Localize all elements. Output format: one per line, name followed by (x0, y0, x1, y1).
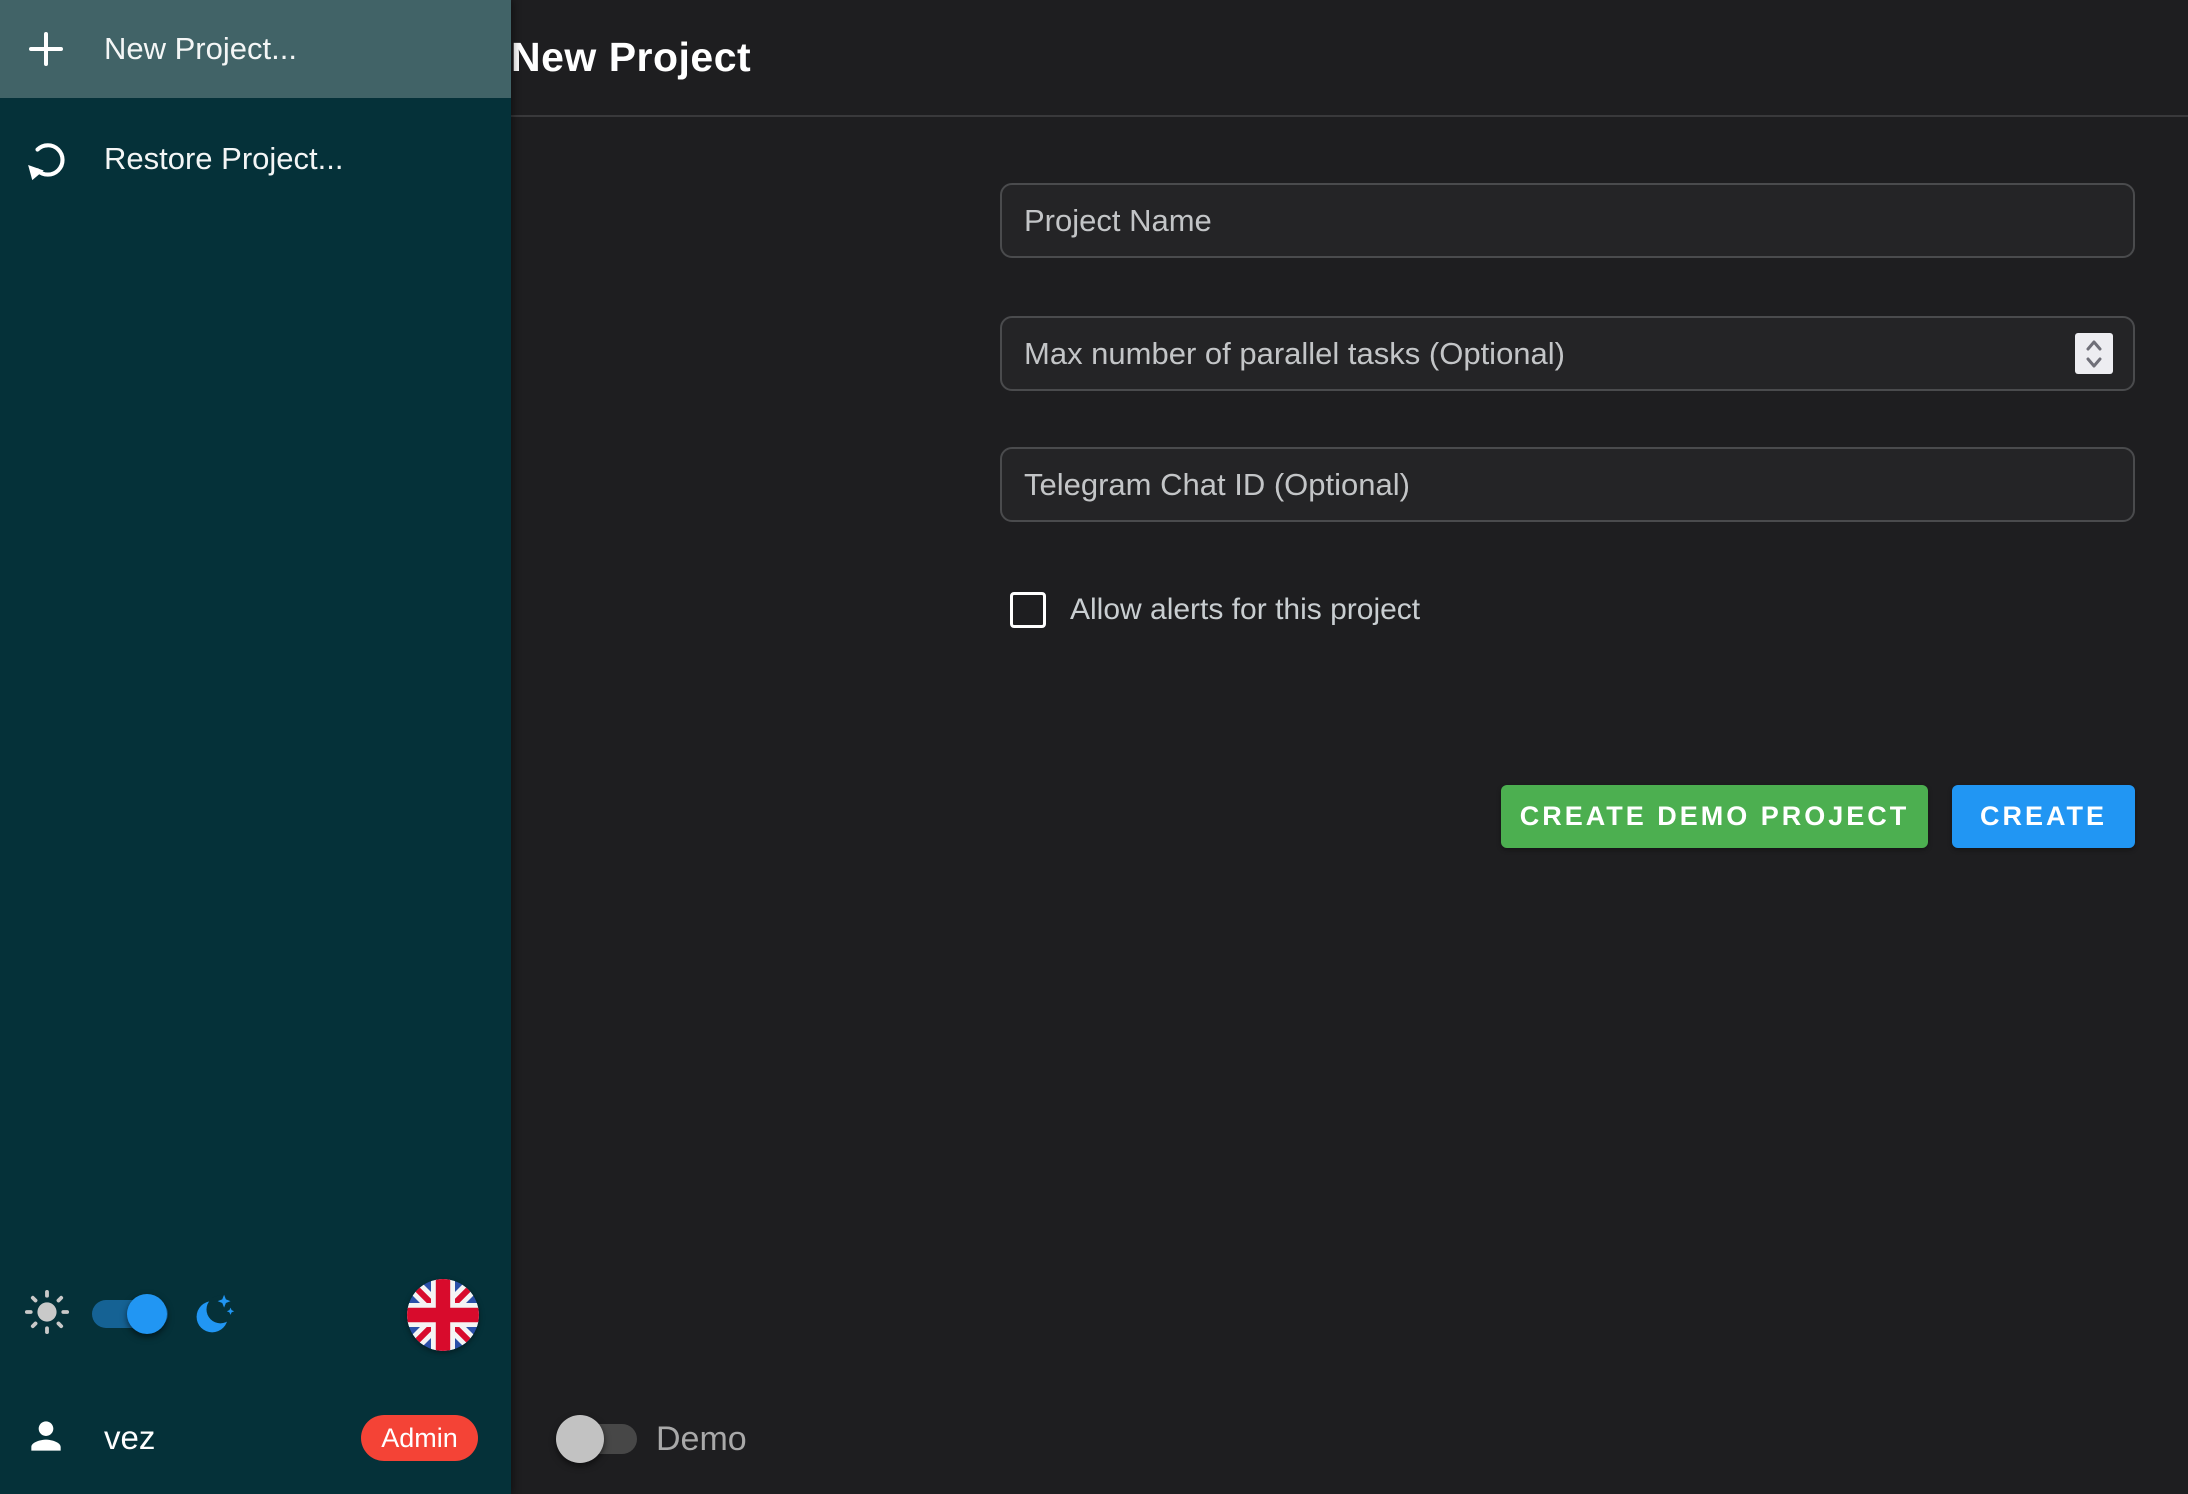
app-root: New Project... Restore Project... (0, 0, 2188, 1494)
sidebar-item-restore-project[interactable]: Restore Project... (0, 98, 511, 220)
plus-icon (24, 27, 68, 71)
create-demo-project-button[interactable]: CREATE DEMO PROJECT (1501, 785, 1928, 848)
create-button[interactable]: CREATE (1952, 785, 2135, 848)
switch-thumb (556, 1415, 604, 1463)
restore-icon (24, 137, 68, 181)
allow-alerts-label: Allow alerts for this project (1070, 593, 1420, 627)
project-name-field-wrap (1000, 183, 2135, 258)
switch-thumb (127, 1294, 167, 1334)
sidebar-item-label: Restore Project... (104, 141, 343, 177)
allow-alerts-checkbox[interactable] (1010, 592, 1046, 628)
username: vez (104, 1419, 155, 1457)
max-parallel-tasks-field-wrap (1000, 316, 2135, 391)
page-title: New Project (511, 34, 751, 81)
sun-icon (24, 1289, 70, 1340)
admin-badge-label: Admin (381, 1423, 458, 1454)
dark-mode-switch[interactable] (92, 1294, 168, 1334)
moon-icon (192, 1292, 236, 1336)
sidebar-item-label: New Project... (104, 31, 297, 67)
allow-alerts-row: Allow alerts for this project (1010, 592, 1420, 628)
sidebar: New Project... Restore Project... (0, 0, 511, 1494)
sidebar-item-new-project[interactable]: New Project... (0, 0, 511, 98)
uk-flag[interactable] (407, 1279, 479, 1351)
number-stepper-icon[interactable] (2075, 333, 2113, 374)
demo-switch[interactable] (556, 1415, 637, 1463)
project-name-input[interactable] (1000, 183, 2135, 258)
theme-toggle-row (24, 1291, 236, 1337)
page-header: New Project (511, 0, 2188, 117)
user-row: vez (24, 1415, 155, 1461)
person-icon (24, 1414, 68, 1463)
telegram-chat-id-field-wrap (1000, 447, 2135, 522)
demo-switch-label: Demo (656, 1420, 747, 1459)
max-parallel-tasks-input[interactable] (1000, 316, 2135, 391)
admin-badge: Admin (361, 1415, 478, 1461)
demo-toggle-row: Demo (556, 1415, 747, 1463)
telegram-chat-id-input[interactable] (1000, 447, 2135, 522)
